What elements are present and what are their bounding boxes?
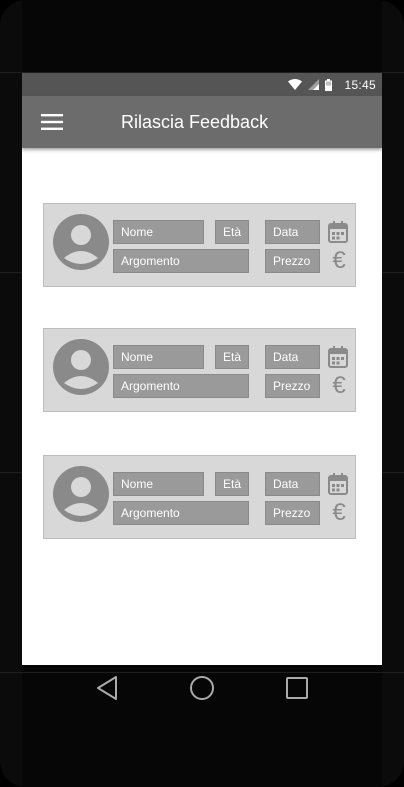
screen: 15:45 Rilascia Feedback Nome Età Data Ar… — [22, 73, 382, 665]
calendar-icon[interactable] — [328, 221, 348, 243]
feedback-list: Nome Età Data Argomento Prezzo € Nome Et… — [22, 148, 382, 665]
topic-field[interactable]: Argomento — [113, 249, 249, 273]
age-field[interactable]: Età — [215, 220, 249, 244]
page-title: Rilascia Feedback — [121, 111, 269, 132]
home-icon[interactable] — [187, 673, 217, 703]
avatar-icon — [53, 466, 109, 522]
feedback-card: Nome Età Data Argomento Prezzo € — [43, 455, 356, 539]
bezel-right — [382, 0, 404, 787]
euro-icon: € — [332, 372, 346, 399]
recents-icon[interactable] — [282, 673, 312, 703]
date-field[interactable]: Data — [265, 220, 320, 244]
age-field[interactable]: Età — [215, 345, 249, 369]
bezel-left — [0, 0, 22, 787]
date-field[interactable]: Data — [265, 472, 320, 496]
date-field[interactable]: Data — [265, 345, 320, 369]
name-field[interactable]: Nome — [113, 472, 204, 496]
calendar-icon[interactable] — [328, 473, 348, 495]
price-field[interactable]: Prezzo — [265, 374, 320, 398]
topic-field[interactable]: Argomento — [113, 501, 249, 525]
navigation-bar — [22, 665, 382, 711]
feedback-card: Nome Età Data Argomento Prezzo € — [43, 203, 356, 287]
wifi-icon — [288, 79, 303, 90]
name-field[interactable]: Nome — [113, 220, 204, 244]
app-bar: Rilascia Feedback — [22, 96, 382, 148]
avatar-icon — [53, 339, 109, 395]
phone-frame: 15:45 Rilascia Feedback Nome Età Data Ar… — [0, 0, 404, 787]
calendar-icon[interactable] — [328, 346, 348, 368]
signal-icon — [308, 79, 320, 90]
price-field[interactable]: Prezzo — [265, 249, 320, 273]
euro-icon: € — [332, 247, 346, 274]
menu-icon[interactable] — [22, 96, 78, 148]
status-bar: 15:45 — [22, 73, 382, 96]
battery-icon — [325, 78, 333, 91]
price-field[interactable]: Prezzo — [265, 501, 320, 525]
feedback-card: Nome Età Data Argomento Prezzo € — [43, 328, 356, 412]
topic-field[interactable]: Argomento — [113, 374, 249, 398]
euro-icon: € — [332, 499, 346, 526]
status-time: 15:45 — [344, 77, 376, 92]
back-icon[interactable] — [92, 673, 122, 703]
avatar-icon — [53, 214, 109, 270]
name-field[interactable]: Nome — [113, 345, 204, 369]
age-field[interactable]: Età — [215, 472, 249, 496]
